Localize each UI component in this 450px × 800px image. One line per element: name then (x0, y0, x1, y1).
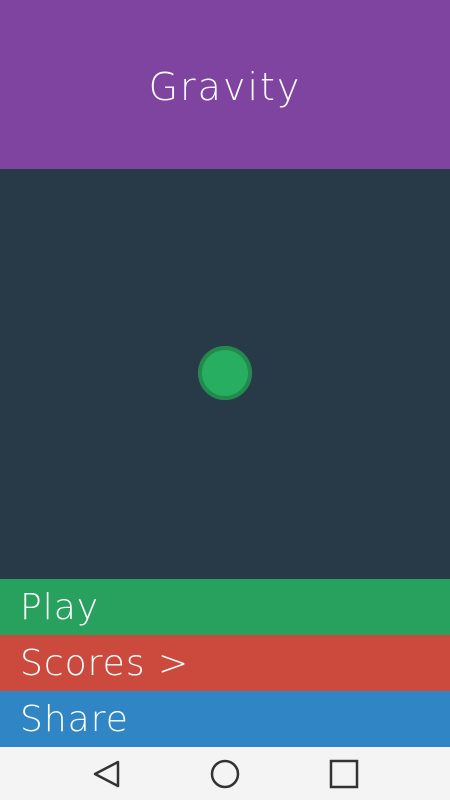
gravity-ball (198, 346, 252, 400)
app-header: Gravity (0, 0, 450, 169)
game-title: Gravity (148, 64, 302, 109)
play-button[interactable]: Play (0, 579, 450, 635)
scores-button-label: Scores > (20, 642, 190, 684)
share-button[interactable]: Share (0, 691, 450, 747)
back-icon[interactable] (90, 757, 124, 791)
share-button-label: Share (20, 698, 129, 740)
recent-apps-icon[interactable] (327, 757, 361, 791)
gravity-app: Gravity Play Scores > Share (0, 0, 450, 800)
scores-button[interactable]: Scores > (0, 635, 450, 691)
game-playfield[interactable] (0, 169, 450, 579)
system-navigation-bar (0, 747, 450, 800)
play-button-label: Play (20, 586, 100, 628)
home-icon[interactable] (208, 757, 242, 791)
